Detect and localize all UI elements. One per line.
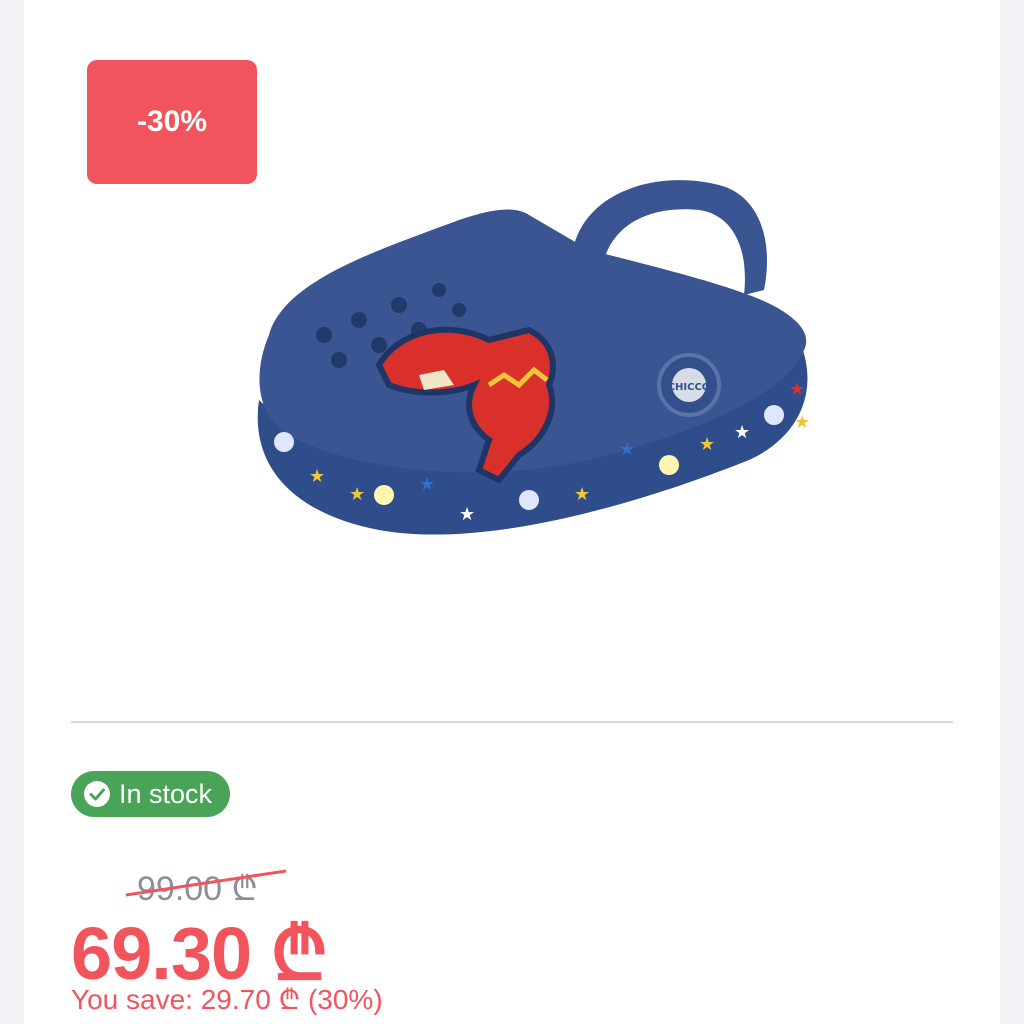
svg-text:★: ★ bbox=[459, 504, 475, 525]
discount-badge: -30% bbox=[87, 60, 257, 184]
svg-text:★: ★ bbox=[789, 379, 805, 400]
svg-text:★: ★ bbox=[619, 439, 635, 460]
svg-text:★: ★ bbox=[699, 434, 715, 455]
svg-text:★: ★ bbox=[349, 484, 365, 505]
svg-text:★: ★ bbox=[734, 422, 750, 443]
svg-text:★: ★ bbox=[419, 474, 435, 495]
shoe-brand-text: CHICCO bbox=[668, 382, 711, 393]
product-card: -30% CHICCO ★ ★ ★ ★ ★ ★ ★ ★ ★ ★ In stock… bbox=[24, 0, 1000, 1024]
stock-status-badge: In stock bbox=[71, 771, 231, 817]
svg-text:★: ★ bbox=[794, 412, 809, 433]
product-image[interactable]: CHICCO ★ ★ ★ ★ ★ ★ ★ ★ ★ ★ bbox=[229, 170, 809, 560]
price-strikethrough bbox=[125, 869, 287, 897]
discount-label: -30% bbox=[136, 105, 208, 138]
svg-text:★: ★ bbox=[309, 466, 325, 487]
section-divider bbox=[71, 721, 953, 723]
stock-label: In stock bbox=[119, 778, 213, 809]
svg-text:★: ★ bbox=[574, 484, 590, 505]
check-circle-icon bbox=[84, 781, 110, 807]
savings-text: You save: 29.70 ₾ (30%) bbox=[71, 984, 383, 1015]
